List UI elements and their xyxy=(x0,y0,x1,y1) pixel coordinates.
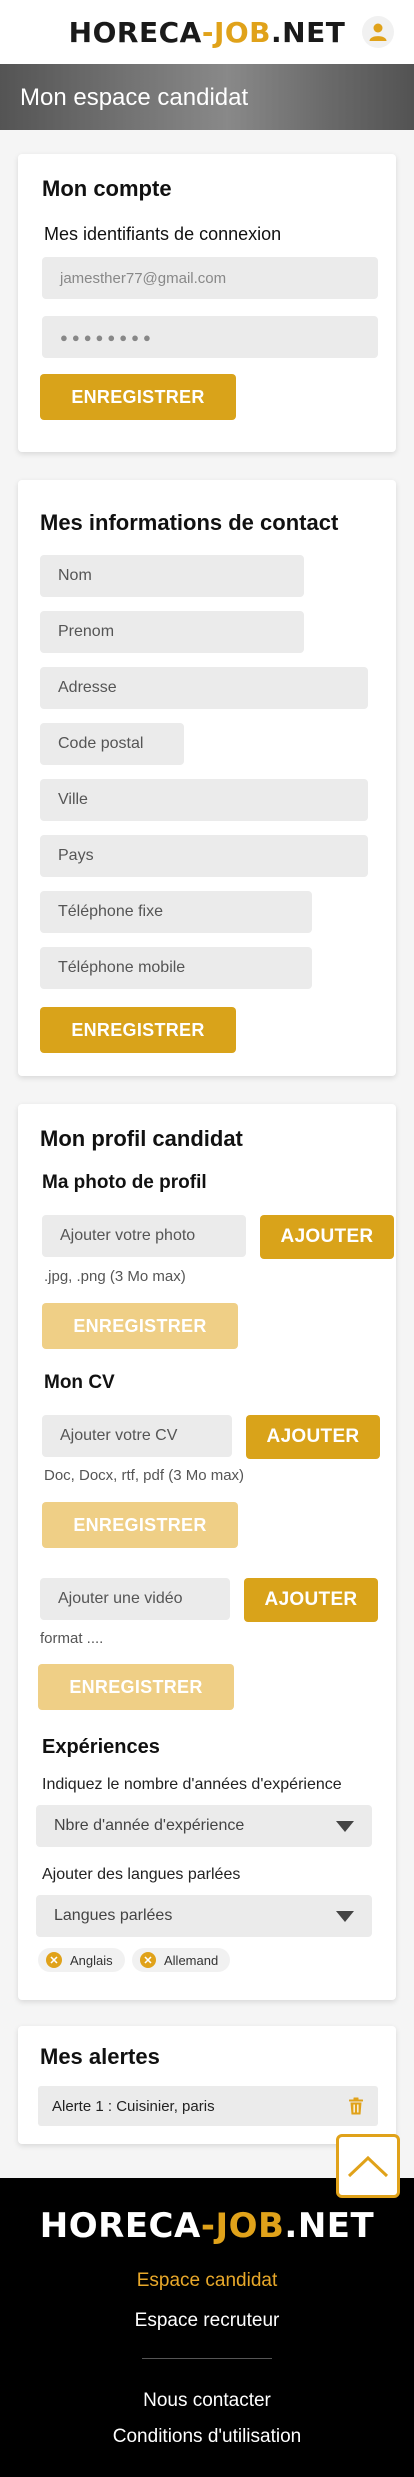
chevron-down-icon xyxy=(336,1820,354,1832)
experience-title: Expériences xyxy=(42,1736,160,1758)
pays-field[interactable]: Pays xyxy=(40,835,368,877)
tel-mobile-field[interactable]: Téléphone mobile xyxy=(40,947,312,989)
photo-title: Ma photo de profil xyxy=(42,1172,207,1193)
profile-card: Mon profil candidat Ma photo de profil A… xyxy=(18,1104,396,2000)
user-account-button[interactable] xyxy=(362,16,394,48)
language-chip: ✕ Allemand xyxy=(132,1948,231,1972)
tel-fixe-placeholder: Téléphone fixe xyxy=(58,903,163,920)
footer-logo[interactable]: HORECA-JOB.NET xyxy=(0,2206,414,2246)
video-placeholder: Ajouter une vidéo xyxy=(58,1590,183,1607)
logo-dash: - xyxy=(200,2206,216,2246)
page-banner: Mon espace candidat xyxy=(0,64,414,130)
alerts-title: Mes alertes xyxy=(40,2044,160,2069)
prenom-placeholder: Prenom xyxy=(58,623,115,640)
ville-placeholder: Ville xyxy=(58,791,88,808)
ville-field[interactable]: Ville xyxy=(40,779,368,821)
account-save-button[interactable]: ENREGISTRER xyxy=(40,374,236,420)
chevron-down-icon xyxy=(336,1910,354,1922)
logo-job: JOB xyxy=(213,15,272,49)
video-input[interactable]: Ajouter une vidéo xyxy=(40,1578,230,1620)
nom-field[interactable]: Nom xyxy=(40,555,304,597)
video-save-button[interactable]: ENREGISTRER xyxy=(38,1664,234,1710)
account-card: Mon compte Mes identifiants de connexion… xyxy=(18,154,396,452)
page-title: Mon espace candidat xyxy=(20,84,249,111)
remove-chip-icon[interactable]: ✕ xyxy=(46,1952,62,1968)
language-chip-label: Allemand xyxy=(164,1952,219,1968)
logo-job: JOB xyxy=(215,2206,285,2246)
email-value: jamesther77@gmail.com xyxy=(60,269,227,287)
password-field[interactable]: ●●●●●●●● xyxy=(42,316,378,358)
scroll-to-top-button[interactable] xyxy=(336,2134,400,2198)
footer-link-candidate[interactable]: Espace candidat xyxy=(0,2270,414,2292)
alert-item[interactable]: Alerte 1 : Cuisinier, paris xyxy=(38,2086,378,2126)
photo-input[interactable]: Ajouter votre photo xyxy=(42,1215,246,1257)
logo-dash: - xyxy=(201,15,214,49)
languages-select[interactable]: Langues parlées xyxy=(36,1895,372,1937)
profile-title: Mon profil candidat xyxy=(40,1126,243,1151)
account-title: Mon compte xyxy=(42,176,172,201)
code-postal-placeholder: Code postal xyxy=(58,735,144,752)
logo-horeca: HORECA xyxy=(39,2206,201,2246)
language-chip: ✕ Anglais xyxy=(38,1948,125,1972)
photo-placeholder: Ajouter votre photo xyxy=(60,1227,196,1244)
logo-horeca: HORECA xyxy=(68,15,202,49)
alerts-card: Mes alertes Alerte 1 : Cuisinier, paris xyxy=(18,2026,396,2144)
languages-label: Ajouter des langues parlées xyxy=(42,1866,241,1883)
photo-hint: .jpg, .png (3 Mo max) xyxy=(44,1268,186,1285)
footer-link-contact[interactable]: Nous contacter xyxy=(0,2390,414,2412)
cv-hint: Doc, Docx, rtf, pdf (3 Mo max) xyxy=(44,1467,245,1484)
tel-mobile-placeholder: Téléphone mobile xyxy=(58,959,186,976)
video-hint: format .... xyxy=(40,1630,104,1647)
cv-input[interactable]: Ajouter votre CV xyxy=(42,1415,232,1457)
contact-card: Mes informations de contact Nom Prenom A… xyxy=(18,480,396,1076)
cv-add-button[interactable]: AJOUTER xyxy=(246,1415,380,1459)
chevron-up-icon xyxy=(347,2155,389,2178)
footer-link-recruiter[interactable]: Espace recruteur xyxy=(0,2310,414,2332)
experience-years-value: Nbre d'année d'expérience xyxy=(54,1817,245,1834)
cv-title: Mon CV xyxy=(44,1372,115,1393)
footer-link-terms[interactable]: Conditions d'utilisation xyxy=(0,2426,414,2448)
trash-icon[interactable] xyxy=(348,2097,364,2115)
code-postal-field[interactable]: Code postal xyxy=(40,723,184,765)
photo-save-button[interactable]: ENREGISTRER xyxy=(42,1303,238,1349)
site-logo[interactable]: HORECA-JOB.NET xyxy=(69,16,346,49)
footer: HORECA-JOB.NET Espace candidat Espace re… xyxy=(0,2178,414,2477)
experience-years-select[interactable]: Nbre d'année d'expérience xyxy=(36,1805,372,1847)
user-icon xyxy=(369,23,387,41)
top-bar: HORECA-JOB.NET xyxy=(0,0,414,64)
experience-years-label: Indiquez le nombre d'années d'expérience xyxy=(42,1776,342,1793)
tel-fixe-field[interactable]: Téléphone fixe xyxy=(40,891,312,933)
logo-net: .NET xyxy=(271,15,346,49)
contact-save-button[interactable]: ENREGISTRER xyxy=(40,1007,236,1053)
email-field[interactable]: jamesther77@gmail.com xyxy=(42,257,378,299)
nom-placeholder: Nom xyxy=(58,567,92,584)
adresse-field[interactable]: Adresse xyxy=(40,667,368,709)
credentials-subtitle: Mes identifiants de connexion xyxy=(44,224,282,244)
logo-net: .NET xyxy=(284,2206,375,2246)
adresse-placeholder: Adresse xyxy=(58,679,117,696)
contact-title: Mes informations de contact xyxy=(40,510,339,535)
languages-value: Langues parlées xyxy=(54,1907,173,1924)
cv-placeholder: Ajouter votre CV xyxy=(60,1427,178,1444)
footer-divider xyxy=(142,2358,272,2359)
video-add-button[interactable]: AJOUTER xyxy=(244,1578,378,1622)
language-chip-label: Anglais xyxy=(70,1952,113,1968)
cv-save-button[interactable]: ENREGISTRER xyxy=(42,1502,238,1548)
password-mask: ●●●●●●●● xyxy=(60,329,155,345)
alert-item-label: Alerte 1 : Cuisinier, paris xyxy=(52,2097,215,2115)
remove-chip-icon[interactable]: ✕ xyxy=(140,1952,156,1968)
pays-placeholder: Pays xyxy=(58,847,94,864)
prenom-field[interactable]: Prenom xyxy=(40,611,304,653)
photo-add-button[interactable]: AJOUTER xyxy=(260,1215,394,1259)
